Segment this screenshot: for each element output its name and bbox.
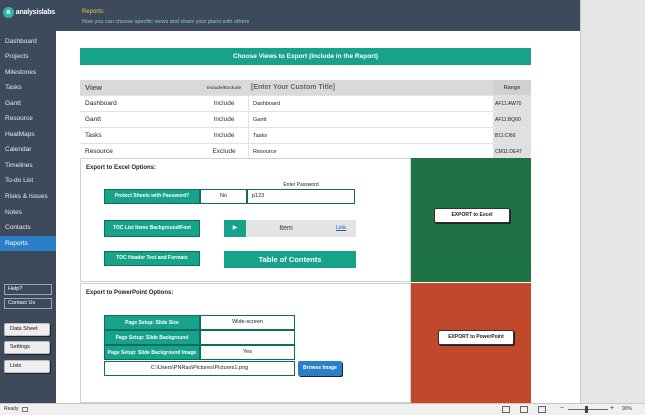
views-table-header: View Include/Exclude [Enter Your Custom … (80, 80, 531, 96)
slide-background-color[interactable] (200, 330, 295, 345)
slide-background-label: Page Setup: Slide Background (104, 330, 200, 345)
row-title-input[interactable]: Dashboard (248, 96, 493, 112)
row-title-input[interactable]: Gantt (248, 112, 493, 128)
export-ppt-button[interactable]: EXPORT to PowerPoint (438, 330, 514, 345)
sidebar-item-dashboard[interactable]: Dashboard (0, 34, 56, 49)
sidebar-item-todo[interactable]: To-do List (0, 173, 56, 188)
macro-record-icon[interactable] (22, 407, 28, 412)
row-include-select[interactable]: Include (200, 128, 248, 144)
col-title-header: [Enter Your Custom Title] (251, 84, 336, 91)
logo-text: analysislabs (15, 8, 55, 16)
slide-size-label: Page Setup: Slide Size (104, 315, 200, 330)
right-gutter (580, 0, 645, 403)
normal-view-icon[interactable] (502, 406, 510, 413)
zoom-out-button[interactable]: − (560, 405, 564, 412)
contact-us-link[interactable]: Contact Us (4, 298, 52, 309)
logo-icon: a (3, 6, 14, 18)
row-view: Dashboard (85, 100, 117, 107)
sidebar-item-heatmaps[interactable]: HeatMaps (0, 127, 56, 142)
toc-link-sample[interactable]: Link (326, 220, 356, 237)
sidebar-item-projects[interactable]: Projects (0, 49, 56, 64)
slide-size-select[interactable]: Wide-screen (200, 315, 295, 330)
toc-header-format-button[interactable]: TOC Header Text and Formats (104, 251, 200, 266)
zoom-slider-track[interactable] (568, 409, 608, 410)
arrow-right-icon: ▶ (224, 220, 246, 237)
page-subtitle: Now you can choose specific views and sh… (82, 19, 250, 25)
table-row: Gantt Include Gantt AF11:BQ60 (80, 112, 531, 128)
excel-section-title: Export to Excel Options: (86, 165, 157, 171)
sidebar-item-notes[interactable]: Notes (0, 205, 56, 220)
table-row: Tasks Include Tasks B11:CI66 (80, 128, 531, 144)
col-view-header: View (85, 83, 102, 92)
page-header: Reports: Now you can choose specific vie… (56, 0, 580, 31)
sidebar-item-milestones[interactable]: Milestones (0, 65, 56, 80)
row-range: AF11:AW70 (493, 96, 531, 111)
help-link[interactable]: Help? (4, 284, 52, 295)
browse-image-button[interactable]: Browse Image (298, 361, 342, 376)
sidebar-item-gantt[interactable]: Gantt (0, 96, 56, 111)
sidebar-item-resource[interactable]: Resource (0, 111, 56, 126)
toc-items-colors-button[interactable]: TOC List Items Background/Font Colors (104, 220, 200, 246)
status-bar: Ready − + 90% (0, 403, 645, 415)
toc-item-sample: Item (246, 220, 326, 237)
app-logo: a analysislabs (3, 5, 55, 19)
sidebar-item-tasks[interactable]: Tasks (0, 80, 56, 95)
table-row: Page Setup: Slide Size Wide-screen (104, 315, 295, 330)
row-title-input[interactable]: Tasks (248, 128, 493, 144)
table-row: Page Setup: Slide Background (104, 330, 295, 345)
row-view: Gantt (85, 116, 101, 123)
sidebar-item-calendar[interactable]: Calendar (0, 142, 56, 157)
protect-sheets-label: Protect Sheets with Password? (104, 189, 200, 204)
table-row: Page Setup: Slide Background Image Yes (104, 345, 295, 360)
row-include-select[interactable]: Include (200, 112, 248, 128)
row-view: Tasks (85, 132, 102, 139)
zoom-slider-handle[interactable] (585, 406, 588, 413)
password-caption: Enter Password (283, 182, 319, 188)
zoom-level: 90% (622, 406, 633, 412)
row-range: AF11:BQ60 (493, 112, 531, 127)
toc-header-sample: Table of Contents (224, 251, 356, 268)
sidebar-item-risks[interactable]: Risks & Issues (0, 189, 56, 204)
image-path-input[interactable]: C:\Users\PNRao\Pictures\Pictures1.png (104, 361, 295, 376)
row-range: CM11:DE47 (493, 144, 531, 159)
col-range-header: Range (493, 80, 531, 95)
row-range: B11:CI66 (493, 128, 531, 143)
sidebar-item-reports[interactable]: Reports (0, 236, 56, 251)
col-include-header: Include/Exclude (206, 85, 242, 90)
table-row: Dashboard Include Dashboard AF11:AW70 (80, 96, 531, 112)
ppt-section-title: Export to PowerPoint Options: (86, 290, 174, 296)
page-title: Reports: (82, 9, 105, 15)
password-input[interactable]: p123 (247, 189, 355, 204)
slide-background-image-select[interactable]: Yes (200, 345, 295, 360)
row-include-select[interactable]: Include (200, 96, 248, 112)
export-excel-button[interactable]: EXPORT to Excel (434, 208, 510, 223)
lists-button[interactable]: Lists (4, 360, 50, 373)
sidebar-item-timelines[interactable]: Timelines (0, 158, 56, 173)
sidebar-item-contacts[interactable]: Contacts (0, 220, 56, 235)
protect-sheets-select[interactable]: No (200, 189, 247, 204)
main-content: Reports: Now you can choose specific vie… (56, 0, 580, 403)
sidebar: a analysislabs Dashboard Projects Milest… (0, 0, 56, 403)
status-ready: Ready (4, 406, 19, 412)
views-section-header: Choose Views to Export (Include in the R… (80, 48, 531, 65)
page-layout-icon[interactable] (520, 406, 528, 413)
settings-button[interactable]: Settings (4, 341, 50, 354)
data-sheet-button[interactable]: Data Sheet (4, 323, 50, 336)
slide-background-image-label: Page Setup: Slide Background Image (104, 345, 200, 360)
page-break-icon[interactable] (538, 406, 546, 413)
zoom-in-button[interactable]: + (610, 405, 614, 412)
